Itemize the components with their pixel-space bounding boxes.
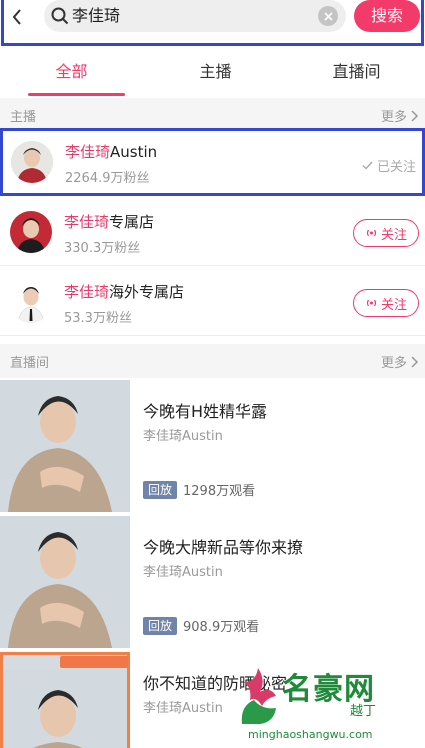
section-title: 主播 xyxy=(10,110,37,125)
live-room-item[interactable]: 你不知道的防晒秘密 李佳琦Austin xyxy=(0,652,425,748)
follow-label: 关注 xyxy=(380,297,407,313)
anchor-row[interactable]: 李佳琦Austin 2264.9万粉丝 已关注 xyxy=(0,128,425,196)
live-host: 李佳琦Austin xyxy=(143,701,223,716)
search-header: 李佳琦 搜索 xyxy=(0,0,425,46)
view-count: 1298万观看 xyxy=(183,484,256,499)
name-rest: 海外专属店 xyxy=(109,283,185,301)
live-room-item[interactable]: 今晚有H姓精华露 李佳琦Austin 回放 1298万观看 xyxy=(0,380,425,515)
avatar xyxy=(10,281,52,323)
live-host: 李佳琦Austin xyxy=(143,429,223,444)
tab-all[interactable]: 全部 xyxy=(0,46,143,98)
view-count: 908.9万观看 xyxy=(183,620,260,635)
live-title: 你不知道的防晒秘密 xyxy=(143,674,288,693)
name-highlight: 李佳琦 xyxy=(65,143,111,161)
chevron-right-icon xyxy=(411,109,419,122)
name-highlight: 李佳琦 xyxy=(64,283,110,301)
fans-count: 2264.9万粉丝 xyxy=(65,171,150,186)
anchor-row[interactable]: 李佳琦专属店 330.3万粉丝 关注 xyxy=(0,198,425,266)
anchor-name: 李佳琦海外专属店 xyxy=(64,281,184,302)
replay-info: 回放 1298万观看 xyxy=(143,480,255,499)
anchor-name: 李佳琦Austin xyxy=(65,141,157,162)
live-section-header: 直播间 更多 xyxy=(0,344,425,378)
avatar xyxy=(11,141,53,183)
more-anchors-link[interactable]: 更多 xyxy=(381,106,419,125)
live-thumbnail xyxy=(0,516,130,648)
follow-label: 关注 xyxy=(380,227,407,243)
name-highlight: 李佳琦 xyxy=(64,213,110,231)
highlight-frame xyxy=(1,0,424,46)
live-title: 今晚大牌新品等你来撩 xyxy=(143,538,304,557)
live-thumbnail xyxy=(0,652,130,748)
name-rest: Austin xyxy=(110,143,158,161)
follow-button[interactable]: 关注 xyxy=(353,289,419,317)
section-title: 直播间 xyxy=(10,356,50,371)
live-host: 李佳琦Austin xyxy=(143,565,223,580)
live-signal-icon xyxy=(366,229,377,237)
tab-anchors[interactable]: 主播 xyxy=(143,46,288,98)
replay-badge: 回放 xyxy=(143,616,178,635)
live-thumbnail xyxy=(0,380,130,512)
check-icon xyxy=(362,161,373,170)
chevron-right-icon xyxy=(411,355,419,368)
live-room-item[interactable]: 今晚大牌新品等你来撩 李佳琦Austin 回放 908.9万观看 xyxy=(0,516,425,651)
followed-label: 已关注 xyxy=(376,160,416,175)
live-title: 今晚有H姓精华露 xyxy=(143,402,268,421)
tab-bar: 全部 主播 直播间 xyxy=(0,46,425,98)
anchor-row[interactable]: 李佳琦海外专属店 53.3万粉丝 关注 xyxy=(0,268,425,336)
avatar xyxy=(10,211,52,253)
fans-count: 53.3万粉丝 xyxy=(64,311,132,326)
follow-button[interactable]: 关注 xyxy=(353,219,419,247)
live-signal-icon xyxy=(366,299,377,307)
name-rest: 专属店 xyxy=(109,213,155,231)
more-label: 更多 xyxy=(380,356,407,371)
fans-count: 330.3万粉丝 xyxy=(64,241,141,256)
followed-status[interactable]: 已关注 xyxy=(362,156,416,175)
tab-live-rooms[interactable]: 直播间 xyxy=(288,46,425,98)
more-label: 更多 xyxy=(380,110,407,125)
more-live-link[interactable]: 更多 xyxy=(381,352,419,371)
replay-badge: 回放 xyxy=(143,480,178,499)
replay-info: 回放 908.9万观看 xyxy=(143,616,259,635)
promo-badge xyxy=(60,656,128,668)
anchors-section-header: 主播 更多 xyxy=(0,98,425,132)
anchor-name: 李佳琦专属店 xyxy=(64,211,154,232)
